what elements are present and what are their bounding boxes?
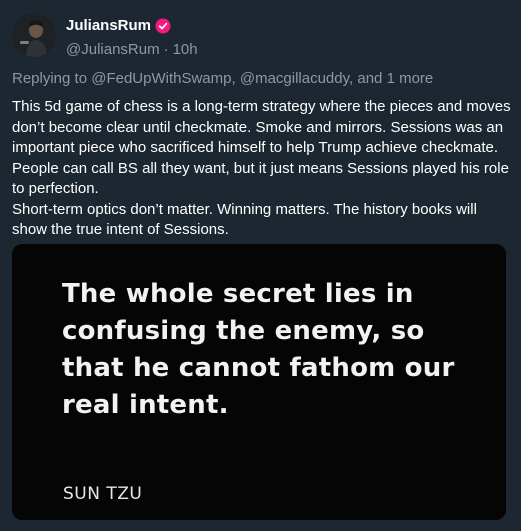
author-handle[interactable]: @JuliansRum xyxy=(66,41,160,58)
tweet-paragraph: Short-term optics don’t matter. Winning … xyxy=(12,200,477,239)
tweet-timestamp[interactable]: 10h xyxy=(173,41,198,58)
reply-comma: , xyxy=(231,70,236,87)
quote-text: The whole secret lies in confusing the e… xyxy=(62,279,455,420)
author-name-row: JuliansRum xyxy=(66,17,171,34)
tweet-media-image[interactable]: The whole secret lies in confusing the e… xyxy=(12,244,506,520)
meta-separator: · xyxy=(163,41,169,58)
avatar[interactable] xyxy=(12,13,56,57)
tweet-text: This 5d game of chess is a long-term str… xyxy=(12,97,512,241)
reply-and: , and xyxy=(349,70,383,87)
replying-to-label: Replying to xyxy=(12,70,88,87)
author-meta-row: @JuliansRum · 10h xyxy=(66,41,198,58)
quote-attribution: SUN TZU xyxy=(63,484,143,504)
reply-more-link[interactable]: 1 more xyxy=(387,70,434,87)
verified-badge-icon xyxy=(155,18,171,34)
reply-mention-fedupwithswamp[interactable]: @FedUpWithSwamp xyxy=(91,70,231,87)
display-name[interactable]: JuliansRum xyxy=(66,17,151,34)
avatar-image xyxy=(12,13,56,57)
tweet-paragraph: This 5d game of chess is a long-term str… xyxy=(12,98,511,197)
replying-to: Replying to @FedUpWithSwamp, @macgillacu… xyxy=(12,70,433,87)
reply-mention-macgillacuddy[interactable]: @macgillacuddy xyxy=(240,70,349,87)
